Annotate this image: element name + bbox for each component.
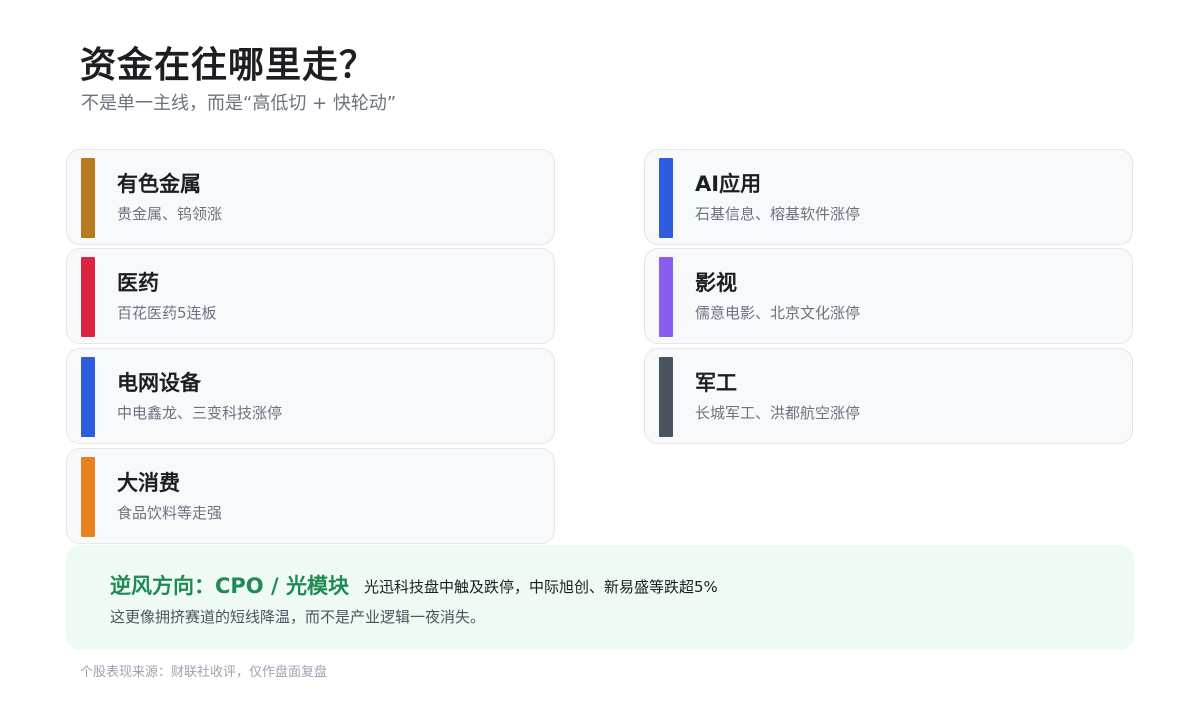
sector-color-bar xyxy=(81,457,95,537)
headwind-detail: 光迅科技盘中触及跌停，中际旭创、新易盛等跌超5% xyxy=(364,578,718,596)
sector-name: 有色金属 xyxy=(117,172,201,196)
sector-card-defense: 军工 长城军工、洪都航空涨停 xyxy=(644,348,1133,444)
sector-desc: 长城军工、洪都航空涨停 xyxy=(695,404,861,422)
sector-desc: 中电鑫龙、三变科技涨停 xyxy=(117,404,283,422)
sector-color-bar xyxy=(81,158,95,238)
sector-color-bar xyxy=(659,357,673,437)
sector-color-bar xyxy=(659,257,673,337)
sector-card-pharma: 医药 百花医药5连板 xyxy=(66,248,555,344)
sector-name: 电网设备 xyxy=(117,371,201,395)
sector-card-ai-apps: AI应用 石基信息、榕基软件涨停 xyxy=(644,149,1133,245)
sector-card-film: 影视 儒意电影、北京文化涨停 xyxy=(644,248,1133,344)
sector-name: 军工 xyxy=(695,371,737,395)
headwind-note: 这更像拥挤赛道的短线降温，而不是产业逻辑一夜消失。 xyxy=(110,608,486,626)
sector-name: 大消费 xyxy=(117,471,180,495)
sector-name: 影视 xyxy=(695,271,737,295)
source-note: 个股表现来源：财联社收评，仅作盘面复盘 xyxy=(80,665,328,680)
page-subtitle: 不是单一主线，而是“高低切 + 快轮动” xyxy=(81,93,397,114)
sector-card-consumer: 大消费 食品饮料等走强 xyxy=(66,448,555,544)
headwind-panel: 逆风方向：CPO / 光模块 光迅科技盘中触及跌停，中际旭创、新易盛等跌超5% … xyxy=(66,545,1134,650)
sector-color-bar xyxy=(81,257,95,337)
sector-color-bar xyxy=(659,158,673,238)
sector-name: AI应用 xyxy=(695,172,762,196)
sector-desc: 儒意电影、北京文化涨停 xyxy=(695,304,861,322)
sector-desc: 百花医药5连板 xyxy=(117,304,217,322)
sector-desc: 食品饮料等走强 xyxy=(117,504,223,522)
sector-color-bar xyxy=(81,357,95,437)
sector-card-grid-equipment: 电网设备 中电鑫龙、三变科技涨停 xyxy=(66,348,555,444)
sector-name: 医药 xyxy=(117,271,159,295)
sector-desc: 石基信息、榕基软件涨停 xyxy=(695,205,861,223)
page-title: 资金在往哪里走？ xyxy=(80,45,377,86)
sector-desc: 贵金属、钨领涨 xyxy=(117,205,223,223)
sector-card-nonferrous-metals: 有色金属 贵金属、钨领涨 xyxy=(66,149,555,245)
headwind-title: 逆风方向：CPO / 光模块 xyxy=(110,574,349,598)
